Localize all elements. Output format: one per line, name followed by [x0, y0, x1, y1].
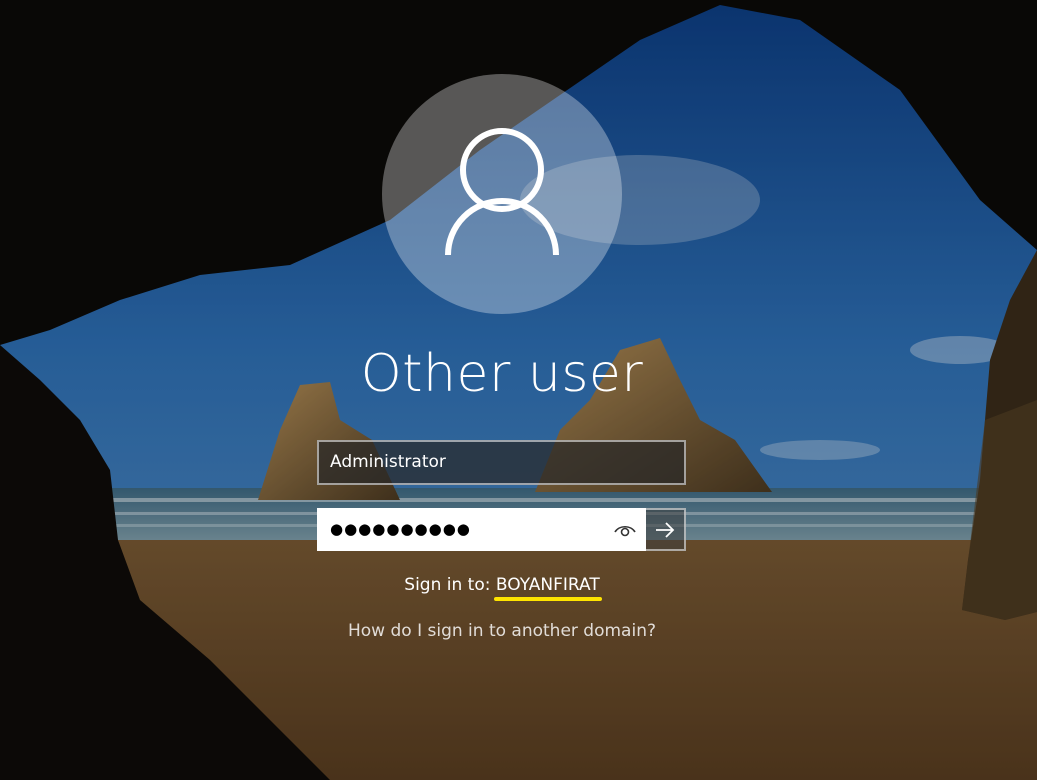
user-silhouette-icon: [445, 128, 559, 256]
password-dots: ●●●●●●●●●●: [330, 520, 471, 538]
other-domain-link[interactable]: How do I sign in to another domain?: [0, 618, 1004, 644]
arrow-right-icon: [656, 522, 675, 538]
domain-highlight-underline: [493, 597, 602, 601]
user-avatar: [382, 74, 622, 314]
lock-screen: Other user Administrator ●●●●●●●●●● Sign…: [0, 0, 1037, 780]
domain-name-text: BOYANFIRAT: [495, 575, 600, 595]
submit-button[interactable]: [646, 508, 686, 551]
username-input[interactable]: Administrator: [317, 440, 686, 485]
password-row: ●●●●●●●●●●: [317, 508, 686, 551]
sign-in-to-label: Sign in to: BOYANFIRAT: [0, 572, 1004, 601]
eye-icon[interactable]: [613, 519, 637, 543]
domain-name: BOYANFIRAT: [493, 575, 602, 601]
account-display-name: Other user: [360, 344, 644, 404]
sign-in-to-prefix: Sign in to:: [404, 575, 496, 595]
password-input[interactable]: ●●●●●●●●●●: [317, 508, 646, 551]
